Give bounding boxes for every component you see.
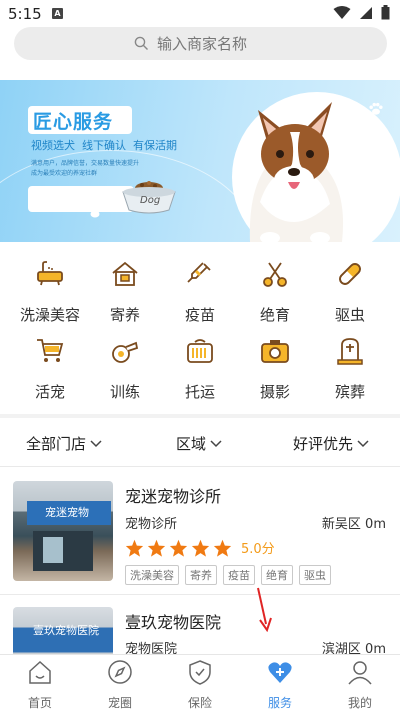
house-icon: [112, 261, 138, 286]
filter-label: 好评优先: [293, 435, 354, 453]
app-screen: 5:15 A 匠心服务 视频选犬 线下确认 有保活期 满意用户，品牌信誉，交易数…: [0, 0, 400, 710]
annotation-arrow: [257, 587, 272, 632]
tab-profile[interactable]: 我的: [320, 659, 400, 710]
battery-icon: [381, 5, 390, 20]
category-photography[interactable]: 摄影: [235, 335, 315, 402]
chevron-down-icon: [357, 439, 369, 447]
filter-label: 区域: [176, 435, 207, 453]
tab-label: 我的: [347, 696, 372, 710]
tab-insurance[interactable]: 保险: [160, 659, 240, 710]
category-label: 疫苗: [184, 306, 215, 324]
category-bath-grooming[interactable]: 洗澡美容: [10, 258, 90, 325]
star-icon: [191, 539, 210, 557]
category-neuter[interactable]: 绝育: [235, 258, 315, 325]
store-tags: 洗澡美容 寄养 疫苗 绝育 驱虫: [125, 565, 331, 585]
promo-banner[interactable]: [0, 80, 400, 242]
service-tag: 疫苗: [223, 565, 255, 585]
service-tag: 洗澡美容: [125, 565, 179, 585]
profile-icon: [348, 661, 372, 685]
search-input[interactable]: [157, 34, 267, 53]
home-icon: [29, 660, 51, 684]
clock: 5:15: [8, 5, 42, 23]
store-name: 壹玖宠物医院: [125, 613, 222, 632]
filter-region[interactable]: 区域: [176, 433, 222, 454]
tab-label: 保险: [187, 696, 212, 710]
service-tag: 寄养: [185, 565, 217, 585]
category-label: 摄影: [259, 383, 290, 401]
service-tag: 驱虫: [299, 565, 331, 585]
category-live-pets[interactable]: 活宠: [10, 335, 90, 402]
syringe-icon: [187, 262, 211, 283]
compass-icon: [108, 660, 132, 684]
category-label: 绝育: [259, 306, 290, 324]
filter-label: 全部门店: [26, 435, 87, 453]
scissors-icon: [263, 262, 287, 287]
service-tag: 绝育: [261, 565, 293, 585]
store-sign-text: 宠迷宠物: [45, 506, 89, 519]
category-label: 训练: [109, 383, 140, 401]
star-icon: [169, 539, 188, 557]
whistle-icon: [112, 341, 139, 363]
wifi-icon: [333, 5, 351, 19]
divider: [0, 414, 400, 418]
tab-home[interactable]: 首页: [0, 659, 80, 710]
category-boarding[interactable]: 寄养: [85, 258, 165, 325]
chevron-down-icon: [210, 439, 222, 447]
bottom-nav: 首页 宠圈 保险 服务 我的: [0, 654, 400, 710]
status-bar: 5:15 A: [0, 0, 400, 26]
tab-label: 服务: [267, 696, 292, 710]
pet-carrier-icon: [187, 339, 213, 363]
star-icon: [147, 539, 166, 557]
tab-label: 宠圈: [107, 696, 132, 710]
chevron-down-icon: [90, 439, 102, 447]
star-icon: [125, 539, 144, 557]
search-icon: [134, 36, 148, 50]
pill-icon: [339, 263, 361, 285]
bathtub-icon: [37, 261, 63, 286]
store-distance: 滨湖区 0m: [321, 642, 386, 655]
signal-icon: [360, 6, 372, 19]
tombstone-icon: [337, 338, 363, 365]
store-type: 宠物医院: [125, 642, 178, 655]
system-icons: [333, 5, 390, 20]
camera-icon: [261, 340, 289, 363]
store-name: 宠迷宠物诊所: [125, 487, 222, 506]
category-funeral[interactable]: 殡葬: [310, 335, 390, 402]
category-label: 殡葬: [334, 383, 365, 401]
store-distance: 新吴区 0m: [321, 517, 386, 532]
filter-all-stores[interactable]: 全部门店: [26, 433, 102, 454]
list-item[interactable]: 宠迷宠物 宠迷宠物诊所 宠物诊所 新吴区 0m 5.0分 洗澡美容 寄养 疫苗 …: [0, 467, 400, 594]
star-icon: [213, 539, 232, 557]
category-label: 驱虫: [334, 306, 365, 324]
category-training[interactable]: 训练: [85, 335, 165, 402]
store-rating: 5.0分: [125, 538, 275, 557]
store-score: 5.0分: [241, 542, 275, 557]
category-vaccine[interactable]: 疫苗: [160, 258, 240, 325]
store-sign: 宠迷宠物: [27, 501, 111, 525]
category-label: 活宠: [34, 383, 65, 401]
cart-icon: [37, 339, 64, 362]
tab-services[interactable]: 服务: [240, 659, 320, 710]
category-label: 寄养: [109, 306, 140, 324]
category-label: 洗澡美容: [19, 306, 80, 324]
shield-icon: [189, 660, 211, 685]
filter-bar: 全部门店 区域 好评优先: [0, 420, 400, 466]
tab-pet-circle[interactable]: 宠圈: [80, 659, 160, 710]
search-bar[interactable]: [14, 27, 387, 60]
category-shipping[interactable]: 托运: [160, 335, 240, 402]
store-photo: 壹玖宠物医院: [13, 607, 113, 655]
category-deworm[interactable]: 驱虫: [310, 258, 390, 325]
tab-label: 首页: [27, 696, 52, 710]
store-photo: 宠迷宠物: [13, 481, 113, 581]
store-sign-text: 壹玖宠物医院: [33, 624, 99, 637]
filter-top-rated[interactable]: 好评优先: [293, 433, 369, 454]
store-type: 宠物诊所: [125, 517, 178, 532]
heart-plus-icon: [268, 662, 292, 683]
notification-icon: A: [52, 8, 63, 19]
list-item[interactable]: 壹玖宠物医院 壹玖宠物医院 宠物医院 滨湖区 0m: [0, 595, 400, 655]
category-label: 托运: [184, 383, 215, 401]
